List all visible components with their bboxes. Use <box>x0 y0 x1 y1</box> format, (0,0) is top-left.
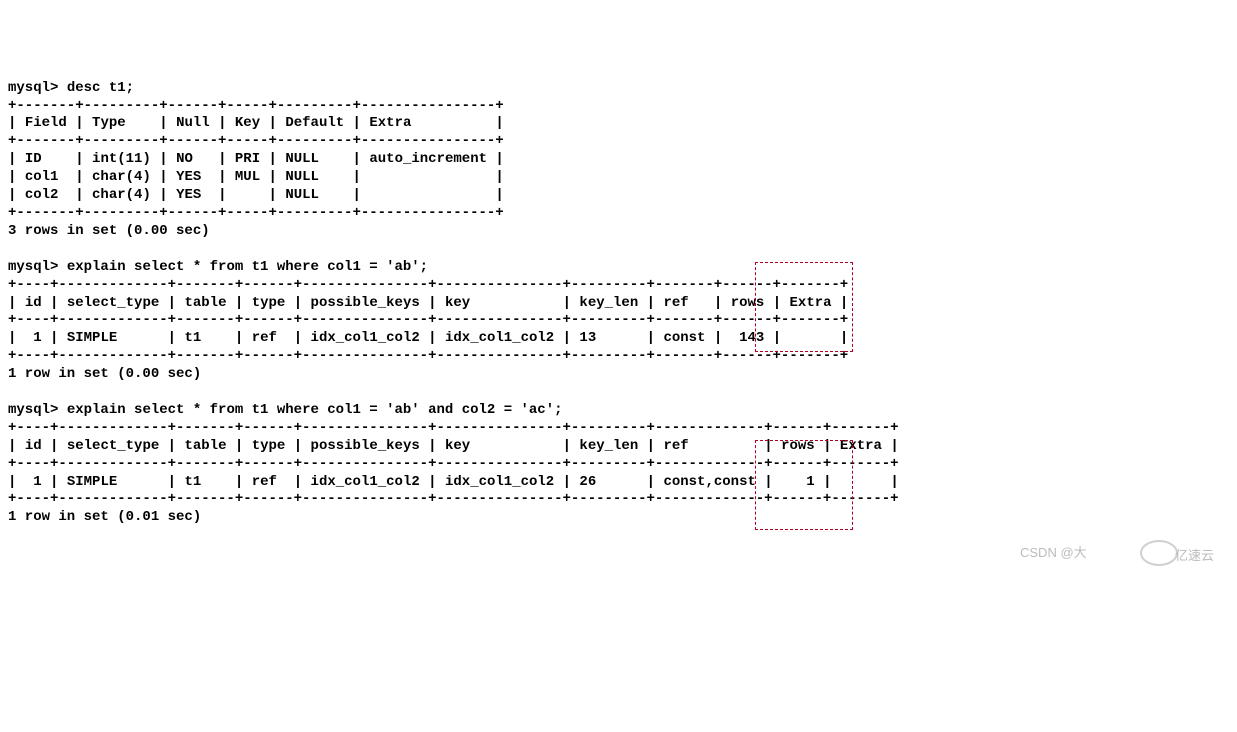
e1-h-key-len: key_len <box>579 295 638 311</box>
e2-footer: 1 row in set (0.01 sec) <box>8 509 201 525</box>
e2-h-id: id <box>25 438 42 454</box>
desc-r1-default: NULL <box>285 169 319 185</box>
e1-h-key: key <box>445 295 470 311</box>
e2-r0-possible-keys: idx_col1_col2 <box>311 474 420 490</box>
e2-r0-id: 1 <box>33 474 41 490</box>
e1-border-mid: +----+-------------+-------+------+-----… <box>8 312 848 328</box>
e1-r0-table: t1 <box>184 330 201 346</box>
desc-border-bot: +-------+---------+------+-----+--------… <box>8 205 504 221</box>
prompt: mysql> <box>8 80 58 96</box>
e2-r0-key: idx_col1_col2 <box>445 474 554 490</box>
e2-r0-table: t1 <box>184 474 201 490</box>
e2-h-type: type <box>252 438 286 454</box>
e2-border-top: +----+-------------+-------+------+-----… <box>8 420 899 436</box>
e2-h-key: key <box>445 438 470 454</box>
e2-r0-rows: 1 <box>806 474 814 490</box>
e1-r0-rows: 143 <box>739 330 764 346</box>
e1-h-table: table <box>184 295 226 311</box>
desc-border-mid: +-------+---------+------+-----+--------… <box>8 133 504 149</box>
desc-r0-key: PRI <box>235 151 260 167</box>
e2-r0-type: ref <box>252 474 277 490</box>
e2-border-bot: +----+-------------+-------+------+-----… <box>8 491 899 507</box>
e2-h-extra: Extra <box>840 438 882 454</box>
e1-r0-key: idx_col1_col2 <box>445 330 554 346</box>
e2-border-mid: +----+-------------+-------+------+-----… <box>8 456 899 472</box>
e1-h-select-type: select_type <box>67 295 159 311</box>
e2-h-rows: rows <box>781 438 815 454</box>
command-desc: desc t1; <box>67 80 134 96</box>
e1-h-ref: ref <box>663 295 688 311</box>
e2-r0-select-type: SIMPLE <box>67 474 117 490</box>
e1-h-possible-keys: possible_keys <box>311 295 420 311</box>
e2-h-ref: ref <box>663 438 688 454</box>
command-explain-2: explain select * from t1 where col1 = 'a… <box>67 402 563 418</box>
desc-h-null: Null <box>176 115 210 131</box>
desc-h-type: Type <box>92 115 126 131</box>
e1-r0-possible-keys: idx_col1_col2 <box>311 330 420 346</box>
e2-r0-ref: const,const <box>663 474 755 490</box>
desc-h-field: Field <box>25 115 67 131</box>
cloud-icon <box>1140 540 1178 566</box>
watermark-brand: 亿速云 <box>1175 548 1214 565</box>
e1-h-extra: Extra <box>790 295 832 311</box>
desc-r1-key: MUL <box>235 169 260 185</box>
prompt: mysql> <box>8 259 58 275</box>
desc-r2-default: NULL <box>285 187 319 203</box>
desc-r1-null: YES <box>176 169 201 185</box>
desc-r0-field: ID <box>25 151 42 167</box>
e1-r0-type: ref <box>252 330 277 346</box>
desc-r0-default: NULL <box>285 151 319 167</box>
e1-r0-id: 1 <box>33 330 41 346</box>
desc-r0-type: int(11) <box>92 151 151 167</box>
desc-h-extra: Extra <box>369 115 411 131</box>
command-explain-1: explain select * from t1 where col1 = 'a… <box>67 259 428 275</box>
e1-h-type: type <box>252 295 286 311</box>
e1-h-rows: rows <box>731 295 765 311</box>
desc-h-default: Default <box>285 115 344 131</box>
desc-r2-null: YES <box>176 187 201 203</box>
e2-r0-key-len: 26 <box>579 474 596 490</box>
e1-border-bot: +----+-------------+-------+------+-----… <box>8 348 848 364</box>
e1-r0-key-len: 13 <box>579 330 596 346</box>
e1-r0-select-type: SIMPLE <box>67 330 117 346</box>
e1-h-id: id <box>25 295 42 311</box>
e2-h-table: table <box>184 438 226 454</box>
watermark-csdn: CSDN @大 <box>1020 545 1087 562</box>
desc-r1-field: col1 <box>25 169 59 185</box>
prompt: mysql> <box>8 402 58 418</box>
e2-h-key-len: key_len <box>579 438 638 454</box>
e1-footer: 1 row in set (0.00 sec) <box>8 366 201 382</box>
e1-r0-ref: const <box>663 330 705 346</box>
desc-footer: 3 rows in set (0.00 sec) <box>8 223 210 239</box>
desc-r2-field: col2 <box>25 187 59 203</box>
desc-r1-type: char(4) <box>92 169 151 185</box>
desc-border-top: +-------+---------+------+-----+--------… <box>8 98 504 114</box>
desc-r0-null: NO <box>176 151 193 167</box>
e1-border-top: +----+-------------+-------+------+-----… <box>8 277 848 293</box>
e2-h-possible-keys: possible_keys <box>311 438 420 454</box>
desc-r2-type: char(4) <box>92 187 151 203</box>
e2-h-select-type: select_type <box>67 438 159 454</box>
desc-r0-extra: auto_increment <box>369 151 487 167</box>
desc-h-key: Key <box>235 115 260 131</box>
